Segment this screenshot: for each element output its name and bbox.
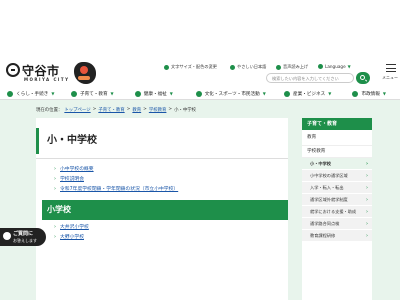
- sidebar-item[interactable]: 入学・転入・転出: [302, 182, 372, 194]
- heart-icon: [134, 90, 141, 97]
- site-subtitle: MORIYA CITY: [24, 77, 70, 82]
- link-list: 小中学校の概要 学校説明会 令和7年度学校閉鎖・学年閉鎖の状況（市立小中学校）: [54, 164, 178, 194]
- building-icon: [284, 90, 291, 97]
- sidebar-item[interactable]: 小中学校の通学区域: [302, 170, 372, 182]
- breadcrumb-link[interactable]: トップページ: [64, 107, 90, 113]
- easy-japanese-icon: [230, 64, 235, 70]
- chevron-down-icon: ▼: [51, 91, 55, 96]
- search-button[interactable]: [356, 72, 370, 84]
- hamburger-icon: [386, 64, 396, 72]
- chevron-down-icon: ▼: [169, 91, 173, 96]
- text-size-link[interactable]: 文字サイズ・配色の変更: [164, 64, 217, 70]
- nav-item-culture[interactable]: 文化・スポーツ・市民活動 ▼: [185, 90, 277, 97]
- link-closure-status[interactable]: 令和7年度学校閉鎖・学年閉鎖の状況（市立小中学校）: [54, 184, 178, 194]
- category-nav: くらし・手続き ▼ 子育て・教育 ▼ 健康・福祉 ▼ 文化・スポーツ・市民活動 …: [0, 88, 400, 100]
- nav-item-health[interactable]: 健康・福祉 ▼: [123, 90, 185, 97]
- site-logo[interactable]: 守谷市 MORIYA CITY: [6, 62, 102, 88]
- text-size-icon: [164, 64, 169, 70]
- main-content: 小・中学校 小中学校の概要 学校説明会 令和7年度学校閉鎖・学年閉鎖の状況（市立…: [36, 118, 288, 300]
- city-hall-icon: [352, 90, 359, 97]
- chevron-down-icon: ▼: [110, 91, 114, 96]
- voice-reading-link[interactable]: 音声読み上げ: [276, 64, 308, 70]
- right-margin: [372, 118, 400, 300]
- sidebar-item-education[interactable]: 教育: [302, 130, 372, 146]
- search-input[interactable]: 検索したい内容を入力してください: [266, 73, 354, 83]
- chat-icon: [3, 232, 11, 240]
- help-chat-button[interactable]: ご質問に お答えします: [0, 228, 46, 246]
- chevron-down-icon: ▼: [382, 91, 386, 96]
- page-title: 小・中学校: [36, 128, 288, 154]
- house-icon: [7, 90, 14, 97]
- language-link[interactable]: Language ▼: [318, 64, 351, 69]
- list-item[interactable]: 大井沢小学校: [54, 222, 89, 232]
- link-school-briefing[interactable]: 学校説明会: [54, 174, 178, 184]
- sidebar-item[interactable]: 教育課程研修: [302, 230, 372, 242]
- city-emblem-icon: [6, 63, 20, 77]
- speaker-icon: [276, 64, 281, 70]
- sidebar-item[interactable]: 通学路合同点検: [302, 218, 372, 230]
- culture-icon: [195, 90, 202, 97]
- breadcrumb: 現在の位置： トップページ > 子育て・教育 > 教育 > 学校教育 > 小・中学校: [36, 107, 197, 113]
- sidebar-item-school-education[interactable]: 学校教育: [302, 146, 372, 158]
- breadcrumb-link[interactable]: 教育: [132, 107, 141, 113]
- sidebar-item-schools[interactable]: 小・中学校: [302, 158, 372, 170]
- chevron-down-icon: ▼: [262, 91, 266, 96]
- sidebar-heading[interactable]: 子育て・教育: [302, 118, 372, 130]
- sidebar-item[interactable]: 通学区域外就学制度: [302, 194, 372, 206]
- school-link-list: 大井沢小学校 大野小学校: [54, 222, 89, 242]
- sidebar-item[interactable]: 就学における支援・助成: [302, 206, 372, 218]
- header: 守谷市 MORIYA CITY 文字サイズ・配色の変更 やさしい日本語 音声読み…: [0, 0, 400, 88]
- globe-icon: [318, 64, 323, 69]
- chevron-down-icon: ▼: [347, 64, 351, 69]
- nav-item-cityinfo[interactable]: 市政情報 ▼: [338, 90, 400, 97]
- divider: [36, 158, 288, 159]
- menu-button[interactable]: メニュー: [382, 62, 400, 90]
- nav-item-childcare[interactable]: 子育て・教育 ▼: [62, 90, 124, 97]
- sidebar: 子育て・教育 教育 学校教育 小・中学校 小中学校の通学区域 入学・転入・転出 …: [302, 118, 372, 300]
- easy-japanese-link[interactable]: やさしい日本語: [230, 64, 266, 70]
- breadcrumb-current: 小・中学校: [174, 108, 197, 113]
- breadcrumb-link[interactable]: 学校教育: [149, 107, 167, 113]
- menu-label: メニュー: [382, 75, 398, 80]
- search-icon: [360, 75, 365, 80]
- mascot-icon: [74, 62, 96, 84]
- link-school-overview[interactable]: 小中学校の概要: [54, 164, 178, 174]
- list-item[interactable]: 大野小学校: [54, 232, 89, 242]
- chevron-down-icon: ▼: [328, 91, 332, 96]
- nav-item-living[interactable]: くらし・手続き ▼: [0, 90, 62, 97]
- section-heading: 小学校: [42, 200, 288, 220]
- breadcrumb-link[interactable]: 子育て・教育: [98, 107, 124, 113]
- child-icon: [70, 90, 77, 97]
- nav-item-business[interactable]: 産業・ビジネス ▼: [277, 90, 339, 97]
